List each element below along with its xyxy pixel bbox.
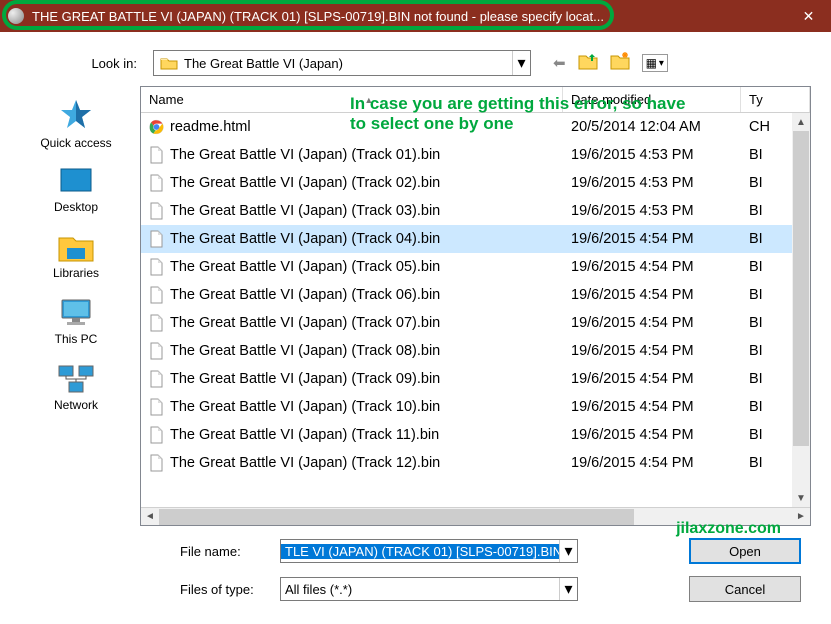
window-title: THE GREAT BATTLE VI (JAPAN) (TRACK 01) […	[32, 9, 786, 24]
nav-up-icon[interactable]	[578, 52, 598, 74]
file-row[interactable]: The Great Battle VI (Japan) (Track 02).b…	[141, 169, 810, 197]
file-name: The Great Battle VI (Japan) (Track 11).b…	[141, 426, 563, 444]
look-in-dropdown-arrow[interactable]: ▾	[512, 51, 530, 75]
column-name[interactable]: Name▲	[141, 87, 563, 112]
file-row[interactable]: The Great Battle VI (Japan) (Track 11).b…	[141, 421, 810, 449]
scroll-thumb[interactable]	[159, 509, 634, 525]
scroll-up-icon[interactable]: ▲	[792, 113, 810, 131]
column-type[interactable]: Ty	[741, 87, 810, 112]
file-row[interactable]: The Great Battle VI (Japan) (Track 05).b…	[141, 253, 810, 281]
place-label: Libraries	[53, 266, 99, 280]
file-row[interactable]: The Great Battle VI (Japan) (Track 03).b…	[141, 197, 810, 225]
file-date: 19/6/2015 4:54 PM	[563, 427, 741, 443]
vertical-scrollbar[interactable]: ▲ ▼	[792, 113, 810, 507]
app-icon	[8, 8, 24, 24]
place-label: Quick access	[40, 136, 111, 150]
file-date: 19/6/2015 4:54 PM	[563, 399, 741, 415]
file-date: 19/6/2015 4:53 PM	[563, 175, 741, 191]
network-icon	[55, 362, 97, 396]
place-quick-access[interactable]: Quick access	[12, 92, 140, 156]
place-this-pc[interactable]: This PC	[12, 290, 140, 352]
file-name: The Great Battle VI (Japan) (Track 06).b…	[141, 286, 563, 304]
place-libraries[interactable]: Libraries	[12, 224, 140, 286]
file-date: 19/6/2015 4:54 PM	[563, 287, 741, 303]
file-list-header: Name▲ Date modified Ty	[141, 87, 810, 113]
filter-value: All files (*.*)	[281, 582, 559, 597]
quick-access-icon	[56, 98, 96, 134]
folder-icon	[160, 56, 178, 70]
file-date: 19/6/2015 4:54 PM	[563, 455, 741, 471]
place-desktop[interactable]: Desktop	[12, 160, 140, 220]
place-label: Desktop	[54, 200, 98, 214]
filter-dropdown-arrow[interactable]: ▾	[559, 578, 577, 600]
place-label: Network	[54, 398, 98, 412]
libraries-icon	[55, 230, 97, 264]
filename-dropdown-arrow[interactable]: ▾	[559, 540, 577, 562]
file-name: The Great Battle VI (Japan) (Track 02).b…	[141, 174, 563, 192]
file-name: The Great Battle VI (Japan) (Track 03).b…	[141, 202, 563, 220]
filter-label: Files of type:	[0, 582, 270, 597]
file-row[interactable]: The Great Battle VI (Japan) (Track 09).b…	[141, 365, 810, 393]
sort-asc-icon: ▲	[364, 95, 373, 105]
look-in-row: Look in: The Great Battle VI (Japan) ▾ ⬅…	[0, 32, 831, 86]
file-date: 19/6/2015 4:53 PM	[563, 147, 741, 163]
filename-value: TLE VI (JAPAN) (TRACK 01) [SLPS-00719].B…	[281, 544, 559, 559]
file-date: 19/6/2015 4:53 PM	[563, 203, 741, 219]
scroll-down-icon[interactable]: ▼	[792, 489, 810, 507]
places-bar: Quick access Desktop Libraries This PC N…	[12, 86, 140, 526]
file-row[interactable]: The Great Battle VI (Japan) (Track 07).b…	[141, 309, 810, 337]
desktop-icon	[56, 166, 96, 198]
look-in-label: Look in:	[0, 56, 145, 71]
file-name: The Great Battle VI (Japan) (Track 05).b…	[141, 258, 563, 276]
file-name: The Great Battle VI (Japan) (Track 07).b…	[141, 314, 563, 332]
filename-input[interactable]: TLE VI (JAPAN) (TRACK 01) [SLPS-00719].B…	[280, 539, 578, 563]
file-row[interactable]: The Great Battle VI (Japan) (Track 12).b…	[141, 449, 810, 477]
file-name: The Great Battle VI (Japan) (Track 12).b…	[141, 454, 563, 472]
titlebar: THE GREAT BATTLE VI (JAPAN) (TRACK 01) […	[0, 0, 831, 32]
nav-new-folder-icon[interactable]	[610, 52, 630, 74]
file-list: Name▲ Date modified Ty readme.html20/5/2…	[140, 86, 811, 526]
file-date: 19/6/2015 4:54 PM	[563, 343, 741, 359]
file-row[interactable]: The Great Battle VI (Japan) (Track 06).b…	[141, 281, 810, 309]
file-date: 20/5/2014 12:04 AM	[563, 119, 741, 135]
cancel-button[interactable]: Cancel	[689, 576, 801, 602]
watermark: jilaxzone.com	[676, 520, 781, 538]
this-pc-icon	[55, 296, 97, 330]
file-row[interactable]: The Great Battle VI (Japan) (Track 04).b…	[141, 225, 810, 253]
file-row[interactable]: readme.html20/5/2014 12:04 AMCH	[141, 113, 810, 141]
file-date: 19/6/2015 4:54 PM	[563, 315, 741, 331]
filter-combo[interactable]: All files (*.*) ▾	[280, 577, 578, 601]
look-in-combo[interactable]: The Great Battle VI (Japan) ▾	[153, 50, 531, 76]
file-name: The Great Battle VI (Japan) (Track 10).b…	[141, 398, 563, 416]
place-label: This PC	[55, 332, 98, 346]
file-name: The Great Battle VI (Japan) (Track 01).b…	[141, 146, 563, 164]
file-date: 19/6/2015 4:54 PM	[563, 231, 741, 247]
file-date: 19/6/2015 4:54 PM	[563, 371, 741, 387]
scroll-thumb[interactable]	[793, 131, 809, 446]
file-row[interactable]: The Great Battle VI (Japan) (Track 10).b…	[141, 393, 810, 421]
open-button[interactable]: Open	[689, 538, 801, 564]
file-name: readme.html	[141, 118, 563, 136]
file-name: The Great Battle VI (Japan) (Track 08).b…	[141, 342, 563, 360]
scroll-right-icon[interactable]: ►	[792, 508, 810, 526]
close-button[interactable]: ✕	[786, 0, 831, 32]
file-date: 19/6/2015 4:54 PM	[563, 259, 741, 275]
scroll-left-icon[interactable]: ◄	[141, 508, 159, 526]
nav-view-menu-icon[interactable]: ▦▾	[642, 54, 668, 72]
file-name: The Great Battle VI (Japan) (Track 04).b…	[141, 230, 563, 248]
file-row[interactable]: The Great Battle VI (Japan) (Track 08).b…	[141, 337, 810, 365]
nav-back-icon[interactable]: ⬅	[553, 54, 566, 72]
file-row[interactable]: The Great Battle VI (Japan) (Track 01).b…	[141, 141, 810, 169]
place-network[interactable]: Network	[12, 356, 140, 418]
look-in-value: The Great Battle VI (Japan)	[184, 56, 512, 71]
filename-label: File name:	[0, 544, 270, 559]
file-name: The Great Battle VI (Japan) (Track 09).b…	[141, 370, 563, 388]
nav-toolbar: ⬅ ▦▾	[553, 52, 668, 74]
column-date[interactable]: Date modified	[563, 87, 741, 112]
